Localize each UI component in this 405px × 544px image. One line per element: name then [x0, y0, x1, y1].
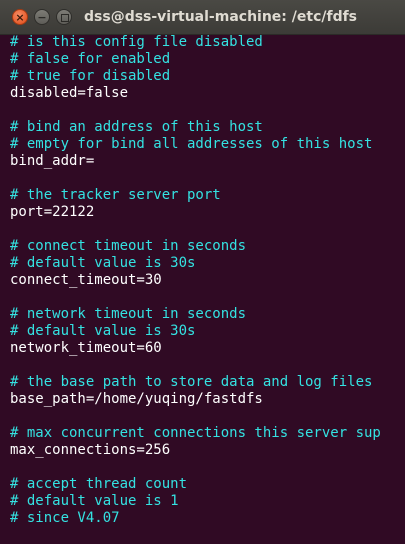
comment-line: # connect timeout in seconds [10, 238, 247, 254]
config-line: connect_timeout=30 [10, 272, 162, 288]
config-line: port=22122 [10, 204, 95, 220]
close-icon: × [15, 11, 25, 24]
comment-line: # empty for bind all addresses of this h… [10, 136, 373, 152]
comment-line: # default value is 1 [10, 493, 179, 509]
comment-line: # bind an address of this host [10, 119, 263, 135]
terminal-window: × − dss@dss-virtual-machine: /etc/fdfs #… [0, 0, 405, 544]
config-line: base_path=/home/yuqing/fastdfs [10, 391, 263, 407]
terminal-output[interactable]: # is this config file disabled # false fo… [0, 34, 405, 544]
minimize-button[interactable]: − [34, 9, 50, 25]
comment-line: # is this config file disabled [10, 34, 263, 50]
config-line: network_timeout=60 [10, 340, 162, 356]
comment-line: # default value is 30s [10, 255, 196, 271]
maximize-icon [61, 14, 69, 22]
comment-line: # the tracker server port [10, 187, 221, 203]
title-bar[interactable]: × − dss@dss-virtual-machine: /etc/fdfs [0, 0, 405, 35]
maximize-button[interactable] [56, 9, 72, 25]
comment-line: # accept thread count [10, 476, 188, 492]
close-button[interactable]: × [12, 9, 28, 25]
minimize-icon: − [37, 11, 47, 24]
comment-line: # network timeout in seconds [10, 306, 247, 322]
comment-line: # true for disabled [10, 68, 171, 84]
comment-line: # since V4.07 [10, 510, 120, 526]
comment-line: # the base path to store data and log fi… [10, 374, 373, 390]
window-title: dss@dss-virtual-machine: /etc/fdfs [84, 9, 358, 25]
config-line: bind_addr= [10, 153, 95, 169]
comment-line: # default value is 30s [10, 323, 196, 339]
comment-line: # max concurrent connections this server… [10, 425, 381, 441]
comment-line: # false for enabled [10, 51, 171, 67]
config-line: max_connections=256 [10, 442, 171, 458]
config-line: disabled=false [10, 85, 129, 101]
